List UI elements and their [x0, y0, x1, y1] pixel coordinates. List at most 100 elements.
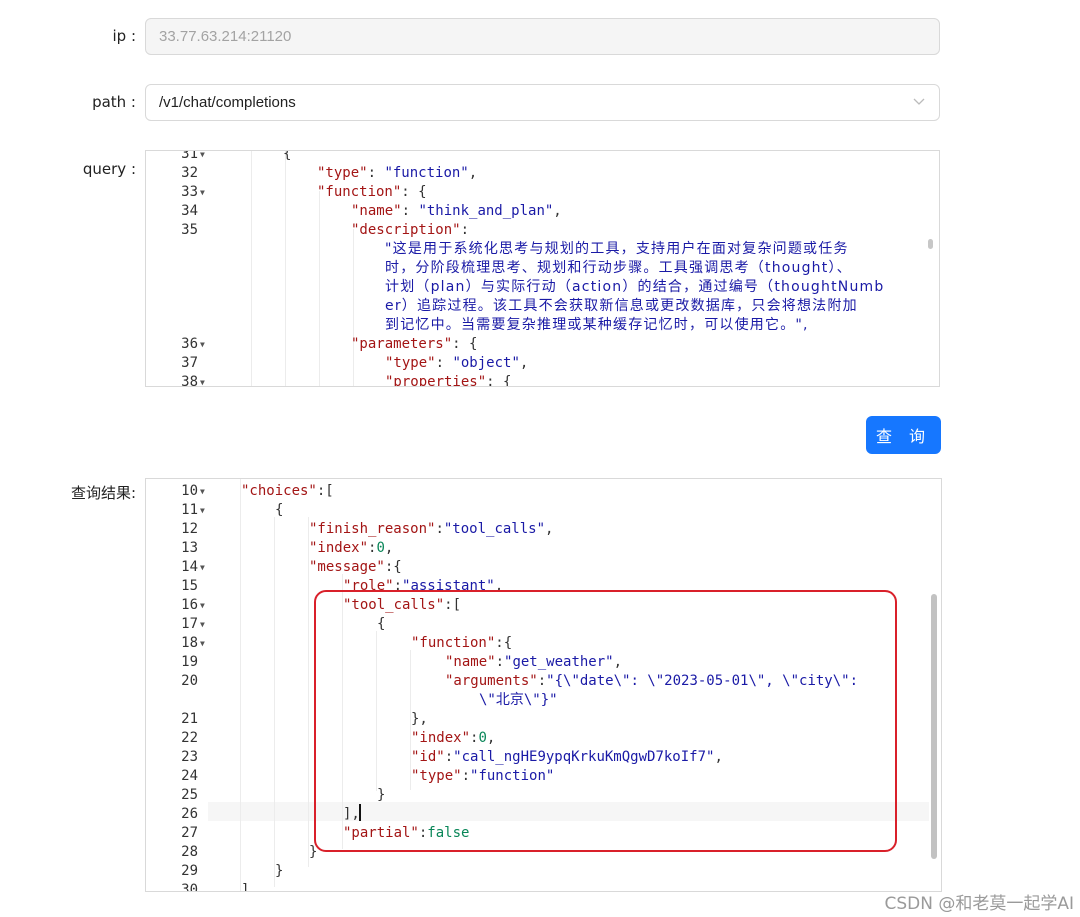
json-key: "description"	[351, 222, 461, 238]
code-text: "choices":[	[241, 482, 334, 501]
code-text: ],	[241, 881, 258, 892]
code-line: 32 "type": "function",	[146, 164, 939, 183]
code-line: 10 ▼ "choices":[	[146, 482, 941, 501]
fold-arrow-icon: ▼	[200, 639, 205, 648]
json-key: "type"	[317, 165, 368, 181]
result-label: 查询结果:	[70, 484, 136, 502]
punctuation: :[	[316, 483, 334, 499]
code-line: 12 "finish_reason":"tool_calls",	[146, 520, 941, 539]
path-label: path :	[92, 93, 136, 111]
line-number: 37	[181, 355, 198, 371]
code-text: "description":	[351, 221, 469, 240]
description-text: er）追踪过程。该工具不会获取新信息或更改数据库，只会将想法附加	[385, 298, 858, 314]
line-number: 22	[181, 730, 198, 746]
line-number: 25	[181, 787, 198, 803]
query-button[interactable]: 查 询	[866, 416, 941, 454]
punctuation: : {	[486, 374, 512, 387]
code-line: 37 "type": "object",	[146, 354, 939, 373]
description-text: "这是用于系统化思考与规划的工具，支持用户在面对复杂问题或任务	[385, 241, 849, 257]
json-key: "parameters"	[351, 336, 453, 352]
json-key: "name"	[351, 203, 402, 219]
punctuation: :	[460, 222, 470, 238]
json-key: "finish_reason"	[309, 521, 436, 537]
query-label: query :	[82, 160, 136, 178]
punctuation: {	[283, 150, 292, 162]
code-line: 11 ▼ {	[146, 501, 941, 520]
result-scrollbar[interactable]	[931, 594, 937, 859]
query-scrollbar[interactable]	[928, 239, 933, 249]
fold-arrow-icon: ▼	[200, 150, 205, 159]
punctuation: ,	[384, 540, 394, 556]
punctuation: :	[435, 355, 453, 371]
punctuation: }	[275, 863, 284, 879]
code-text: }	[275, 862, 283, 881]
line-number: 13	[181, 540, 198, 556]
code-line: 14 ▼ "message":{	[146, 558, 941, 577]
line-number: 29	[181, 863, 198, 879]
line-number: 35	[181, 222, 198, 238]
ip-input[interactable]: 33.77.63.214:21120	[145, 18, 940, 55]
json-key: "type"	[385, 355, 436, 371]
path-value: /v1/chat/completions	[159, 94, 296, 111]
line-number: 27	[181, 825, 198, 841]
json-string: "think_and_plan"	[418, 203, 554, 219]
fold-arrow-icon: ▼	[200, 563, 205, 572]
code-line: 33 ▼ "function": {	[146, 183, 939, 202]
code-text: "name": "think_and_plan",	[351, 202, 562, 221]
code-text: "type": "function",	[317, 164, 477, 183]
line-number: 34	[181, 203, 198, 219]
line-number: 26	[181, 806, 198, 822]
fold-arrow-icon: ▼	[200, 340, 205, 349]
path-select[interactable]: /v1/chat/completions	[145, 84, 940, 121]
punctuation: : {	[401, 184, 427, 200]
punctuation: ,	[468, 165, 478, 181]
punctuation: :	[401, 203, 419, 219]
code-line: 31 ▼ {	[146, 150, 939, 164]
json-key: "index"	[309, 540, 369, 556]
line-number: 33	[181, 184, 198, 200]
fold-arrow-icon: ▼	[200, 601, 205, 610]
punctuation: :	[435, 521, 444, 537]
fold-arrow-icon: ▼	[200, 487, 205, 496]
json-string: "tool_calls"	[443, 521, 546, 537]
punctuation: :	[367, 165, 385, 181]
line-number: 14	[181, 559, 198, 575]
code-text: {	[275, 501, 283, 520]
ip-label: ip :	[112, 27, 136, 45]
fold-arrow-icon: ▼	[200, 620, 205, 629]
fold-arrow-icon: ▼	[200, 506, 205, 515]
line-number: 17	[181, 616, 198, 632]
json-string: "object"	[452, 355, 520, 371]
code-line: 13 "index":0,	[146, 539, 941, 558]
punctuation: ],	[241, 882, 258, 892]
line-number: 24	[181, 768, 198, 784]
line-number: 30	[181, 882, 198, 892]
description-text: 到记忆中。当需要复杂推理或某种缓存记忆时，可以使用它。",	[385, 317, 809, 333]
code-line: 36 ▼ "parameters": {	[146, 335, 939, 354]
json-key: "choices"	[241, 483, 317, 499]
code-text: "type": "object",	[385, 354, 528, 373]
line-number: 23	[181, 749, 198, 765]
punctuation: ,	[545, 521, 554, 537]
fold-arrow-icon: ▼	[200, 378, 205, 387]
line-number: 18	[181, 635, 198, 651]
punctuation: :{	[384, 559, 402, 575]
json-key: "properties"	[385, 374, 487, 387]
query-editor[interactable]: 31 ▼{32 "type": "function", 33 ▼ "function": …	[145, 150, 940, 387]
chevron-down-icon	[913, 98, 925, 105]
code-line: 34 "name": "think_and_plan",	[146, 202, 939, 221]
punctuation: : {	[452, 336, 478, 352]
watermark: CSDN @和老莫一起学AI	[884, 894, 1074, 914]
code-text: "message":{	[309, 558, 402, 577]
json-string: "function"	[384, 165, 469, 181]
line-number: 31	[181, 150, 198, 162]
code-line: 29}	[146, 862, 941, 881]
ip-value: 33.77.63.214:21120	[159, 28, 292, 45]
code-line: 30],	[146, 881, 941, 892]
line-number: 12	[181, 521, 198, 537]
fold-arrow-icon: ▼	[200, 188, 205, 197]
line-number: 20	[181, 673, 198, 689]
punctuation: ,	[519, 355, 529, 371]
code-text: "finish_reason":"tool_calls",	[309, 520, 553, 539]
line-number: 10	[181, 483, 198, 499]
